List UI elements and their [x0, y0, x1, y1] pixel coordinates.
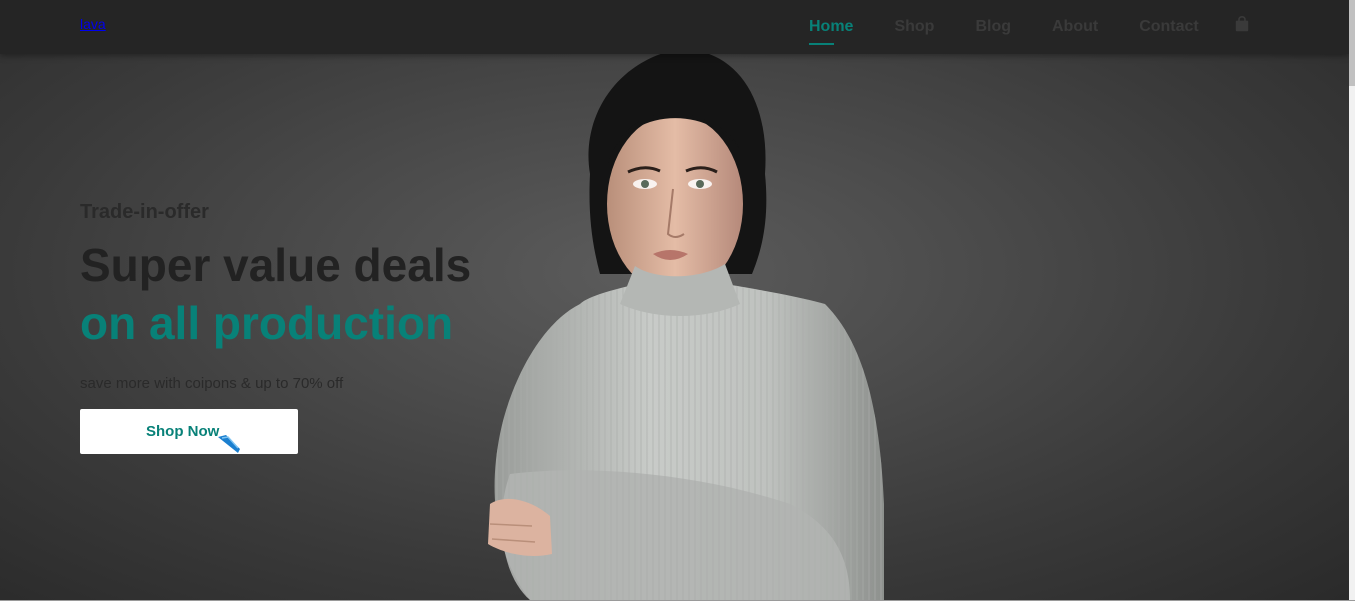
nav-blog[interactable]: Blog [975, 18, 1011, 36]
shopping-bag-icon[interactable] [1235, 16, 1249, 32]
scrollbar-thumb[interactable] [1349, 0, 1355, 86]
hero-model-image [488, 54, 884, 600]
page: Trade-in-offer Super value deals on all … [0, 0, 1355, 605]
hero-headline-line2: on all production [80, 297, 454, 349]
nav-shop[interactable]: Shop [894, 18, 934, 36]
nav-about[interactable]: About [1052, 18, 1098, 36]
viewport: Trade-in-offer Super value deals on all … [0, 0, 1349, 600]
shop-now-button[interactable]: Shop Now [80, 409, 298, 454]
site-header: lava Home Shop Blog About Contact [0, 0, 1349, 54]
nav-contact[interactable]: Contact [1139, 18, 1199, 36]
shop-now-label: Shop Now [146, 423, 220, 440]
bottom-edge [0, 600, 1355, 605]
nav-home[interactable]: Home [809, 18, 853, 45]
main-nav: Home Shop Blog About Contact [809, 0, 1240, 54]
hero-subtext: save more with coipons & up to 70% off [80, 375, 344, 392]
site-logo[interactable]: lava [80, 16, 106, 32]
hero-section: Trade-in-offer Super value deals on all … [0, 54, 1349, 600]
hero-headline-line1: Super value deals [80, 239, 472, 291]
hero-text-block: Trade-in-offer Super value deals on all … [80, 200, 471, 394]
hero-eyebrow: Trade-in-offer [80, 201, 209, 223]
vertical-scrollbar[interactable] [1349, 0, 1355, 600]
button-brush-icon [218, 435, 240, 453]
